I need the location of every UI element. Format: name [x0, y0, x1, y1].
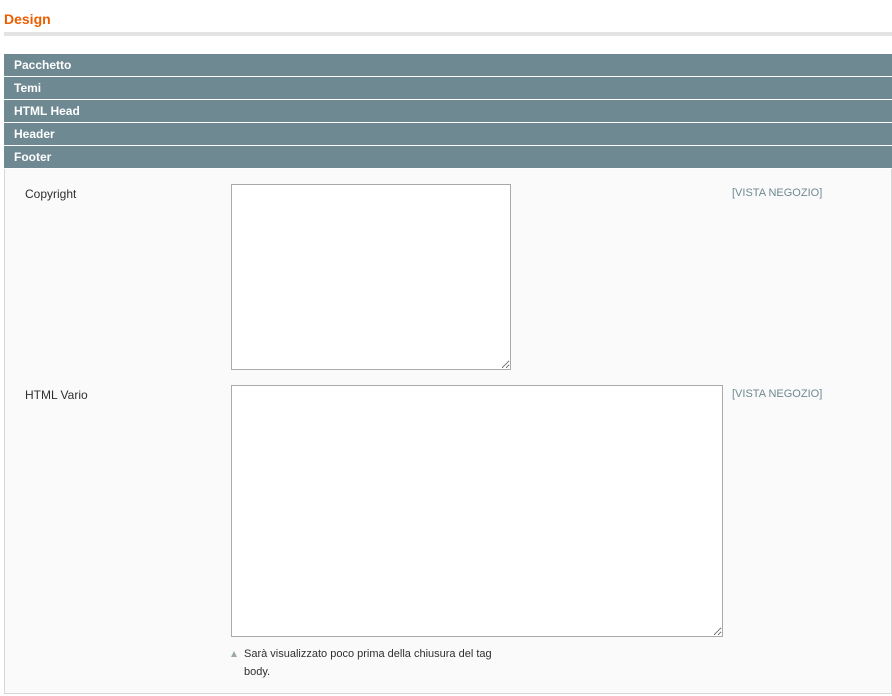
html-vario-textarea[interactable] — [231, 385, 723, 637]
html-vario-scope-label: [VISTA NEGOZIO] — [732, 388, 823, 400]
page-title: Design — [4, 11, 51, 27]
section-header-header[interactable]: Header — [4, 123, 892, 146]
html-vario-label: HTML Vario — [25, 388, 88, 402]
copyright-textarea[interactable] — [231, 184, 511, 370]
html-vario-note: Sarà visualizzato poco prima della chius… — [231, 645, 501, 681]
page: Design Pacchetto Temi HTML Head Header F… — [0, 0, 892, 696]
section-header-temi[interactable]: Temi — [4, 77, 892, 100]
copyright-scope-label: [VISTA NEGOZIO] — [732, 187, 823, 199]
copyright-label: Copyright — [25, 187, 77, 201]
section-header-pacchetto[interactable]: Pacchetto — [4, 54, 892, 77]
section-header-footer[interactable]: Footer — [4, 146, 892, 169]
footer-section-body: Copyright [VISTA NEGOZIO] HTML Vario [VI… — [4, 169, 892, 694]
html-vario-note-text: Sarà visualizzato poco prima della chius… — [244, 648, 492, 678]
title-divider — [4, 32, 892, 36]
section-header-html-head[interactable]: HTML Head — [4, 100, 892, 123]
section-list: Pacchetto Temi HTML Head Header Footer — [4, 54, 892, 169]
triangle-up-icon — [231, 651, 237, 657]
